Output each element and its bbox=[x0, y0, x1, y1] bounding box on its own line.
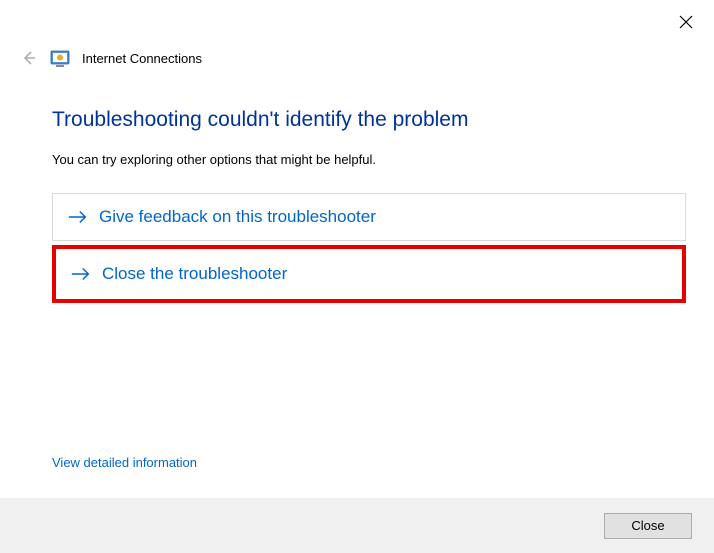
option-label: Close the troubleshooter bbox=[102, 264, 287, 284]
content-area: Troubleshooting couldn't identify the pr… bbox=[52, 108, 686, 307]
header: Internet Connections bbox=[20, 48, 202, 68]
view-detailed-link[interactable]: View detailed information bbox=[52, 455, 197, 470]
arrow-right-icon bbox=[70, 263, 92, 285]
close-button[interactable]: Close bbox=[604, 513, 692, 539]
window-title: Internet Connections bbox=[82, 51, 202, 66]
back-button bbox=[20, 49, 38, 67]
footer: Close bbox=[0, 498, 714, 553]
option-give-feedback[interactable]: Give feedback on this troubleshooter bbox=[52, 193, 686, 241]
main-heading: Troubleshooting couldn't identify the pr… bbox=[52, 108, 686, 132]
option-label: Give feedback on this troubleshooter bbox=[99, 207, 376, 227]
close-x-icon bbox=[679, 15, 693, 29]
option-close-troubleshooter[interactable]: Close the troubleshooter bbox=[52, 245, 686, 303]
troubleshooter-icon bbox=[50, 48, 70, 68]
arrow-right-icon bbox=[67, 206, 89, 228]
back-arrow-icon bbox=[21, 50, 37, 66]
window-close-button[interactable] bbox=[676, 12, 696, 32]
subtext: You can try exploring other options that… bbox=[52, 152, 686, 167]
